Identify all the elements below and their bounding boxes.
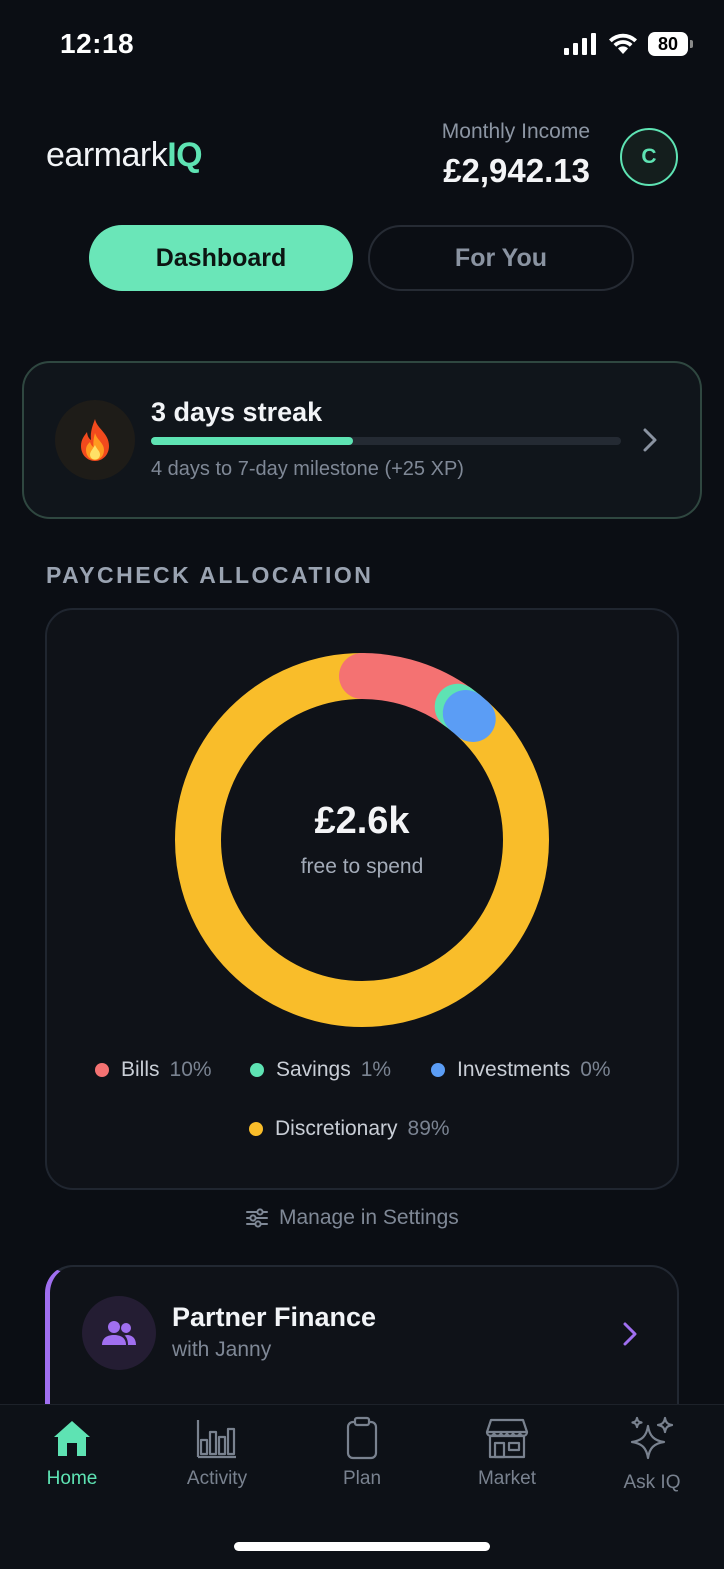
partner-icon-circle	[82, 1296, 156, 1370]
fire-icon	[81, 419, 109, 461]
store-icon	[485, 1418, 529, 1459]
avatar[interactable]: C	[620, 128, 678, 186]
streak-subtitle: 4 days to 7-day milestone (+25 XP)	[151, 458, 464, 480]
nav-label-market: Market	[477, 1468, 537, 1489]
tab-dashboard[interactable]: Dashboard	[89, 225, 353, 291]
status-time: 12:18	[60, 28, 135, 59]
streak-icon-circle	[55, 400, 135, 480]
legend-item-bills: Bills 10%	[95, 1058, 212, 1082]
tab-for-you[interactable]: For You	[368, 225, 634, 291]
streak-title: 3 days streak	[151, 397, 323, 427]
status-icons: 80	[564, 32, 693, 56]
streak-progress-bar	[151, 437, 621, 445]
legend-dot-discretionary	[249, 1122, 263, 1136]
manage-in-settings-link[interactable]: Manage in Settings	[245, 1206, 459, 1230]
battery-indicator: 80	[648, 32, 693, 56]
manage-in-settings-label: Manage in Settings	[279, 1206, 459, 1229]
sparkles-icon	[630, 1416, 674, 1460]
wifi-icon	[609, 33, 637, 54]
chevron-right-icon[interactable]	[640, 426, 660, 454]
legend-dot-bills	[95, 1063, 109, 1077]
legend-label: Discretionary	[275, 1117, 398, 1140]
paycheck-allocation-heading: PAYCHECK ALLOCATION	[46, 562, 374, 588]
people-icon	[102, 1321, 136, 1345]
legend-label: Savings	[276, 1058, 351, 1081]
sliders-icon	[246, 1208, 268, 1228]
logo-suffix: IQ	[167, 136, 203, 174]
legend-item-discretionary: Discretionary 89%	[249, 1117, 450, 1141]
nav-market[interactable]: Market	[452, 1416, 562, 1490]
legend-percent: 89%	[407, 1117, 450, 1140]
legend-item-savings: Savings 1%	[250, 1058, 391, 1082]
streak-progress-fill	[151, 437, 354, 445]
nav-label-home: Home	[46, 1468, 98, 1489]
nav-plan[interactable]: Plan	[307, 1416, 417, 1490]
nav-activity[interactable]: Activity	[162, 1416, 272, 1490]
legend-percent: 10%	[169, 1058, 212, 1081]
nav-ask-iq[interactable]: Ask IQ	[597, 1416, 707, 1494]
partner-finance-title: Partner Finance	[172, 1302, 377, 1332]
legend-percent: 0%	[580, 1058, 611, 1081]
legend-dot-investments	[431, 1063, 445, 1077]
partner-finance-subtitle: with Janny	[172, 1338, 272, 1361]
logo-prefix: earmark	[46, 136, 168, 174]
monthly-income-value: £2,942.13	[443, 152, 590, 189]
chevron-right-icon[interactable]	[620, 1320, 640, 1348]
nav-home[interactable]: Home	[17, 1416, 127, 1490]
free-to-spend-label: free to spend	[300, 855, 424, 878]
nav-label-activity: Activity	[186, 1468, 248, 1489]
bar-chart-icon	[196, 1420, 236, 1459]
legend-label: Bills	[121, 1058, 160, 1081]
nav-label-ask-iq: Ask IQ	[623, 1472, 681, 1493]
legend-percent: 1%	[360, 1058, 392, 1081]
free-to-spend-value: £2.6k	[314, 800, 410, 842]
monthly-income-label: Monthly Income	[441, 120, 590, 143]
legend-label: Investments	[457, 1058, 571, 1081]
legend-item-investments: Investments 0%	[431, 1058, 611, 1082]
signal-icon	[564, 33, 596, 55]
nav-label-plan: Plan	[342, 1468, 382, 1489]
home-indicator	[234, 1542, 490, 1551]
home-icon	[54, 1421, 90, 1456]
app-logo: earmarkIQ	[46, 136, 203, 175]
clipboard-icon	[346, 1416, 378, 1460]
legend-dot-savings	[250, 1063, 264, 1077]
